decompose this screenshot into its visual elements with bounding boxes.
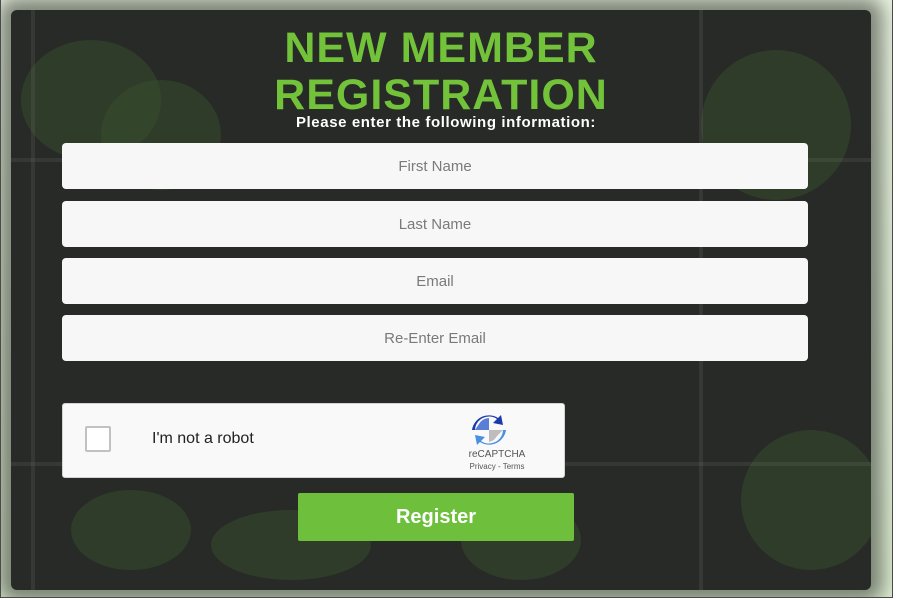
recaptcha-checkbox[interactable] xyxy=(85,426,111,452)
register-button[interactable]: Register xyxy=(298,493,574,541)
recaptcha-widget: I'm not a robot reCAPTCHA Privacy - Term… xyxy=(62,403,565,478)
recaptcha-privacy-link[interactable]: Privacy xyxy=(470,462,496,471)
background-decoration xyxy=(71,490,191,570)
recaptcha-terms-link[interactable]: Terms xyxy=(503,462,525,471)
first-name-input[interactable] xyxy=(62,143,808,189)
reenter-email-input[interactable] xyxy=(62,315,808,361)
recaptcha-logo-icon xyxy=(472,415,506,445)
recaptcha-links: Privacy - Terms xyxy=(443,462,551,471)
last-name-input[interactable] xyxy=(62,201,808,247)
background-decoration xyxy=(741,430,871,570)
page-frame: NEW MEMBER REGISTRATION Please enter the… xyxy=(0,0,893,598)
page-title-line-1: NEW MEMBER xyxy=(284,24,598,72)
recaptcha-label: I'm not a robot xyxy=(152,430,254,447)
recaptcha-brand: reCAPTCHA xyxy=(468,449,526,460)
recaptcha-link-separator: - xyxy=(495,462,503,471)
form-instructions: Please enter the following information: xyxy=(295,114,597,131)
page-title-line-2: REGISTRATION xyxy=(274,71,608,119)
email-input[interactable] xyxy=(62,258,808,304)
